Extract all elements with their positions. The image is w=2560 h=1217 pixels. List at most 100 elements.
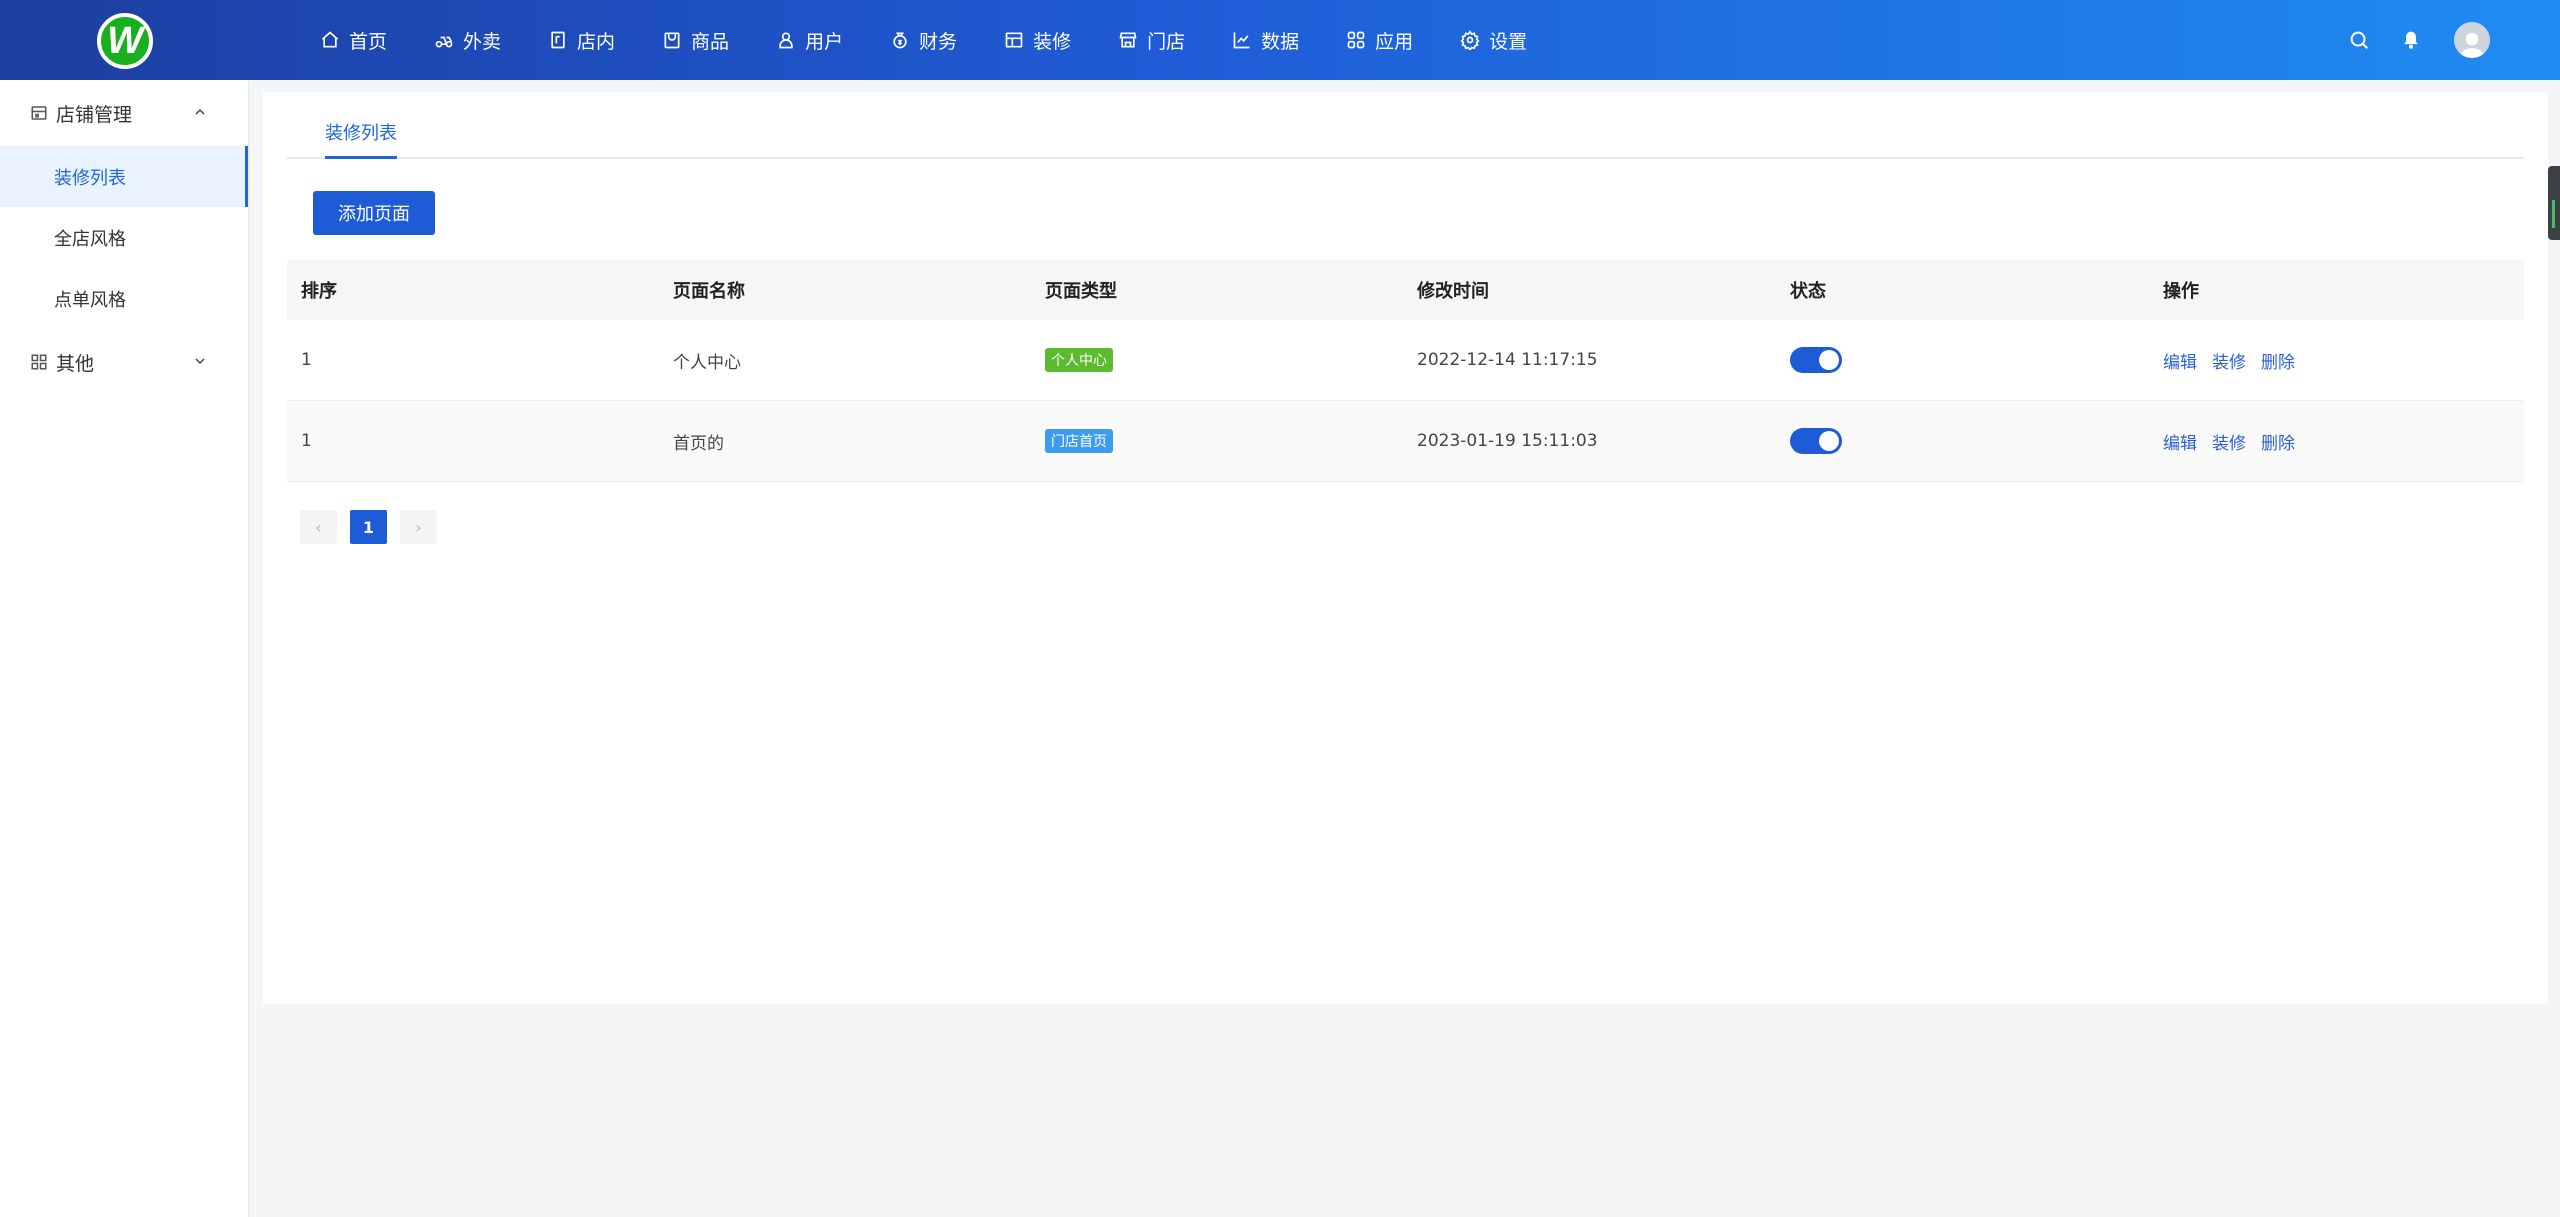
next-page-button[interactable]: › <box>400 510 437 544</box>
sidebar-item-decorate-list[interactable]: 装修列表 <box>0 146 248 207</box>
handle-indicator <box>2552 200 2555 228</box>
cell-status <box>1776 347 2149 373</box>
goods-icon <box>664 32 680 49</box>
side-drawer-handle[interactable] <box>2548 166 2560 240</box>
nav-label: 财务 <box>919 30 958 53</box>
dine-in-icon <box>551 31 565 49</box>
delivery-icon <box>435 36 453 48</box>
logo-letter: W <box>107 20 143 62</box>
grid-icon <box>31 354 47 370</box>
nav-label: 门店 <box>1147 30 1186 53</box>
apps-icon <box>1347 31 1365 49</box>
chevron-down-icon <box>195 358 205 365</box>
cell-time: 2023-01-19 15:11:03 <box>1417 431 1598 451</box>
cell-sort: 1 <box>301 350 312 370</box>
cell-status <box>1776 428 2149 454</box>
nav-item-settings[interactable]: 设置 <box>1460 0 1527 80</box>
cell-name: 个人中心 <box>673 352 741 373</box>
nav-label: 外卖 <box>463 30 502 53</box>
decorate-icon <box>1005 32 1023 48</box>
sidebar-item-label: 点单风格 <box>54 289 126 311</box>
sidebar-item-label: 装修列表 <box>54 167 126 189</box>
cell-name: 首页的 <box>673 433 724 454</box>
nav-label: 设置 <box>1489 30 1528 53</box>
pagination: ‹ 1 › <box>300 510 450 544</box>
nav-item-home[interactable]: 首页 <box>320 0 387 80</box>
prev-page-button[interactable]: ‹ <box>300 510 337 544</box>
nav-item-decorate[interactable]: 装修 <box>1004 0 1071 80</box>
sidebar-item-label: 全店风格 <box>54 228 126 250</box>
table-header: 排序 页面名称 页面类型 修改时间 状态 操作 <box>287 260 2524 320</box>
page-type-tag: 门店首页 <box>1045 429 1113 453</box>
page-type-tag: 个人中心 <box>1045 348 1113 372</box>
toggle-knob <box>1819 350 1839 370</box>
add-page-button[interactable]: 添加页面 <box>313 191 435 235</box>
user-icon <box>779 32 793 49</box>
cell-type: 个人中心 <box>1031 348 1403 372</box>
nav-label: 应用 <box>1375 30 1414 53</box>
status-toggle[interactable] <box>1790 347 1842 373</box>
edit-link[interactable]: 编辑 <box>2163 348 2197 373</box>
tab-bar: 装修列表 <box>287 114 2524 159</box>
search-icon[interactable] <box>2346 27 2372 53</box>
sidebar-group-label: 其他 <box>56 352 95 375</box>
nav-label: 首页 <box>349 30 388 53</box>
toggle-knob <box>1819 431 1839 451</box>
nav-item-goods[interactable]: 商品 <box>662 0 729 80</box>
gear-icon <box>1460 30 1480 50</box>
decorate-link[interactable]: 装修 <box>2212 348 2246 373</box>
nav-label: 用户 <box>805 30 844 53</box>
sidebar-group-other[interactable]: 其他 <box>0 329 248 395</box>
page-table: 排序 页面名称 页面类型 修改时间 状态 操作 1 个人中心 个人中心 2022… <box>287 260 2524 482</box>
sidebar-item-store-style[interactable]: 全店风格 <box>0 207 248 268</box>
column-header-type: 页面类型 <box>1045 281 1117 302</box>
cell-type: 门店首页 <box>1031 429 1403 453</box>
main-nav: 首页 外卖 店内 商品 用户 财务 装修 门店 数据 应用 设置 <box>320 0 1574 80</box>
status-toggle[interactable] <box>1790 428 1842 454</box>
nav-item-data[interactable]: 数据 <box>1232 0 1299 80</box>
nav-label: 商品 <box>691 30 730 53</box>
tab-decorate-list[interactable]: 装修列表 <box>325 114 397 159</box>
cell-actions: 编辑 装修 删除 <box>2149 348 2524 373</box>
page-number-button[interactable]: 1 <box>350 510 387 544</box>
table-row: 1 个人中心 个人中心 2022-12-14 11:17:15 编辑 装修 删除 <box>287 320 2524 401</box>
chevron-up-icon <box>195 108 205 115</box>
nav-item-store[interactable]: 门店 <box>1118 0 1185 80</box>
chart-icon <box>1233 32 1250 49</box>
column-header-time: 修改时间 <box>1417 281 1489 302</box>
header-actions <box>2320 0 2490 80</box>
column-header-name: 页面名称 <box>673 281 745 302</box>
delete-link[interactable]: 删除 <box>2261 429 2295 454</box>
nav-item-finance[interactable]: 财务 <box>890 0 957 80</box>
sidebar-group-shop-manage[interactable]: 店铺管理 <box>0 80 248 146</box>
sidebar-group-label: 店铺管理 <box>56 103 133 126</box>
nav-label: 店内 <box>577 30 616 53</box>
delete-link[interactable]: 删除 <box>2261 348 2295 373</box>
sidebar-item-order-style[interactable]: 点单风格 <box>0 268 248 329</box>
column-header-sort: 排序 <box>301 281 337 302</box>
nav-item-apps[interactable]: 应用 <box>1346 0 1413 80</box>
column-header-status: 状态 <box>1790 281 1826 302</box>
column-header-actions: 操作 <box>2163 281 2199 302</box>
nav-item-user[interactable]: 用户 <box>776 0 843 80</box>
cell-actions: 编辑 装修 删除 <box>2149 429 2524 454</box>
nav-label: 数据 <box>1261 30 1300 53</box>
content-card: 装修列表 添加页面 排序 页面名称 页面类型 修改时间 状态 操作 1 个人中心… <box>263 92 2548 1004</box>
sidebar: 店铺管理 装修列表 全店风格 点单风格 其他 <box>0 80 249 1217</box>
nav-item-dine-in[interactable]: 店内 <box>548 0 615 80</box>
decorate-link[interactable]: 装修 <box>2212 429 2246 454</box>
cell-time: 2022-12-14 11:17:15 <box>1417 350 1598 370</box>
top-navigation-bar: W 首页 外卖 店内 商品 用户 财务 装修 门店 数据 应用 设置 <box>0 0 2560 80</box>
shop-manage-icon <box>31 106 47 120</box>
app-logo[interactable]: W <box>97 13 153 69</box>
nav-label: 装修 <box>1033 30 1072 53</box>
cell-sort: 1 <box>301 431 312 451</box>
nav-item-delivery[interactable]: 外卖 <box>434 0 501 80</box>
home-icon <box>321 31 339 48</box>
avatar[interactable] <box>2454 22 2490 58</box>
bell-icon[interactable] <box>2398 27 2424 53</box>
store-icon <box>1119 32 1137 48</box>
finance-icon <box>893 32 907 49</box>
table-row: 1 首页的 门店首页 2023-01-19 15:11:03 编辑 装修 删除 <box>287 401 2524 482</box>
edit-link[interactable]: 编辑 <box>2163 429 2197 454</box>
